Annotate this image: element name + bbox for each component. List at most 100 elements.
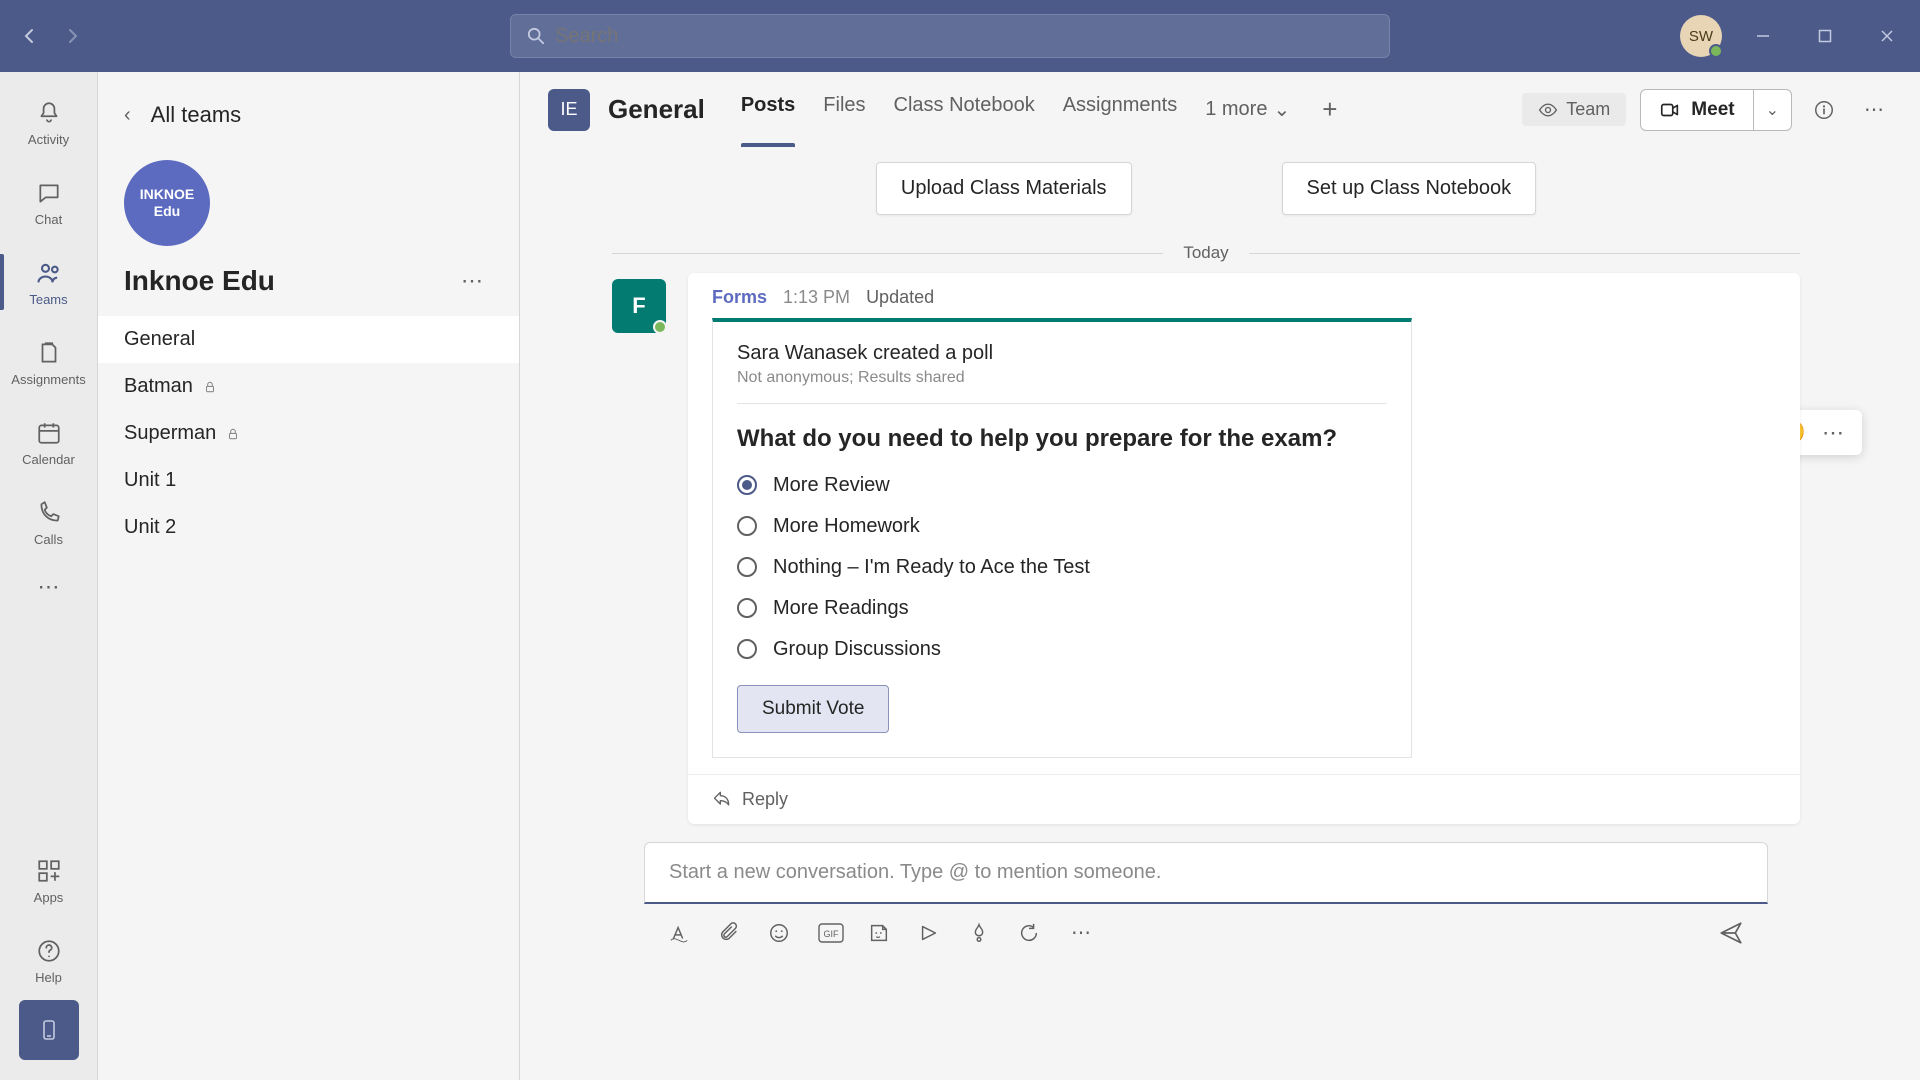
rail-label: Chat [35,212,62,227]
search-icon [527,27,545,45]
message-row: F Forms 1:13 PM Updated Sara Wanasek cre… [612,273,1800,824]
window-minimize-button[interactable] [1742,15,1784,57]
channel-item-superman[interactable]: Superman [98,410,519,457]
poll-option[interactable]: More Review [737,474,1387,497]
meet-dropdown[interactable]: ⌄ [1754,100,1791,120]
radio-icon [737,598,757,618]
channel-more-button[interactable]: ⋯ [1856,92,1892,128]
message-timestamp: 1:13 PM [783,287,850,308]
channel-avatar: IE [548,89,590,131]
user-avatar[interactable]: SW [1680,15,1722,57]
rail-chat[interactable]: Chat [0,162,97,242]
video-icon [1659,99,1681,121]
loop-icon[interactable] [1018,922,1044,944]
emoji-icon[interactable] [768,922,794,944]
rail-assignments[interactable]: Assignments [0,322,97,402]
channel-item-batman[interactable]: Batman [98,363,519,410]
poll-creator: Sara Wanasek created a poll [737,342,1387,365]
all-teams-back[interactable]: ‹ All teams [98,88,519,142]
message-card: Forms 1:13 PM Updated Sara Wanasek creat… [688,273,1800,824]
setup-notebook-button[interactable]: Set up Class Notebook [1282,162,1537,215]
channel-title: General [608,94,705,125]
reply-icon [712,789,732,809]
reactions-more-button[interactable]: ⋯ [1818,420,1848,446]
poll-option-label: More Review [773,474,890,497]
phone-icon [34,498,64,528]
tab-files[interactable]: Files [809,72,879,147]
tab-assignments[interactable]: Assignments [1049,72,1192,147]
meet-button[interactable]: Meet ⌄ [1640,89,1792,131]
more-icon: ⋯ [34,572,64,602]
praise-icon[interactable] [968,922,994,944]
channel-item-general[interactable]: General [98,316,519,363]
lock-icon [203,380,217,394]
compose-more-icon[interactable]: ⋯ [1068,920,1094,945]
rail-calls[interactable]: Calls [0,482,97,562]
search-input[interactable] [555,25,1373,48]
attach-icon[interactable] [718,922,744,944]
radio-icon [737,516,757,536]
poll-option-label: Group Discussions [773,638,941,661]
presence-indicator-icon [653,320,667,334]
rail-teams[interactable]: Teams [0,242,97,322]
svg-text:GIF: GIF [824,929,840,939]
apps-icon [34,856,64,886]
rail-activity[interactable]: Activity [0,82,97,162]
poll-card: Sara Wanasek created a poll Not anonymou… [712,318,1412,758]
poll-option[interactable]: Group Discussions [737,638,1387,661]
format-icon[interactable] [668,922,694,944]
day-divider: Today [612,243,1800,263]
nav-forward-button[interactable] [54,18,90,54]
chevron-down-icon: ⌄ [1273,97,1290,122]
tab-add-button[interactable]: + [1304,94,1355,125]
send-button[interactable] [1718,920,1744,946]
lock-icon [226,427,240,441]
poll-question: What do you need to help you prepare for… [737,422,1387,456]
forms-app-avatar: F [612,279,666,333]
poll-option[interactable]: More Homework [737,515,1387,538]
tab-posts[interactable]: Posts [727,72,809,147]
team-name: Inknoe Edu [124,265,275,297]
upload-materials-button[interactable]: Upload Class Materials [876,162,1132,215]
rail-help[interactable]: Help [0,920,97,1000]
channel-info-button[interactable] [1806,92,1842,128]
window-maximize-button[interactable] [1804,15,1846,57]
window-close-button[interactable] [1866,15,1908,57]
rail-apps[interactable]: Apps [0,840,97,920]
submit-vote-button[interactable]: Submit Vote [737,685,889,733]
meet-label: Meet [1691,99,1734,121]
tab-class-notebook[interactable]: Class Notebook [880,72,1049,147]
poll-option-label: More Readings [773,597,909,620]
meet-now-icon[interactable] [918,922,944,944]
rail-mobile-button[interactable] [19,1000,79,1060]
reply-label: Reply [742,789,788,810]
poll-option-label: More Homework [773,515,920,538]
channel-item-unit-2[interactable]: Unit 2 [98,504,519,551]
content-header: IE General PostsFilesClass NotebookAssig… [520,72,1920,148]
message-app-name[interactable]: Forms [712,287,767,308]
radio-icon [737,639,757,659]
channel-item-unit-1[interactable]: Unit 1 [98,457,519,504]
compose-input[interactable]: Start a new conversation. Type @ to ment… [644,842,1768,904]
channel-label: General [124,328,195,351]
mobile-icon [37,1018,61,1042]
tab-more-dropdown[interactable]: 1 more ⌄ [1191,97,1304,122]
team-menu-button[interactable]: ⋯ [451,264,493,298]
poll-option-label: Nothing – I'm Ready to Ace the Test [773,556,1090,579]
reply-button[interactable]: Reply [688,774,1800,824]
content: IE General PostsFilesClass NotebookAssig… [520,72,1920,1080]
tab-more-label: 1 more [1205,98,1267,121]
team-visibility-button[interactable]: Team [1522,93,1626,126]
sticker-icon[interactable] [868,922,894,944]
rail-calendar[interactable]: Calendar [0,402,97,482]
rail-more[interactable]: ⋯ [0,562,97,612]
calendar-icon [34,418,64,448]
team-logo[interactable]: INKNOE Edu [124,160,210,246]
poll-option[interactable]: Nothing – I'm Ready to Ace the Test [737,556,1387,579]
gif-icon[interactable]: GIF [818,923,844,943]
team-logo-text: INKNOE Edu [140,186,194,220]
nav-back-button[interactable] [12,18,48,54]
teams-icon [34,258,64,288]
search-box[interactable] [510,14,1390,58]
poll-option[interactable]: More Readings [737,597,1387,620]
